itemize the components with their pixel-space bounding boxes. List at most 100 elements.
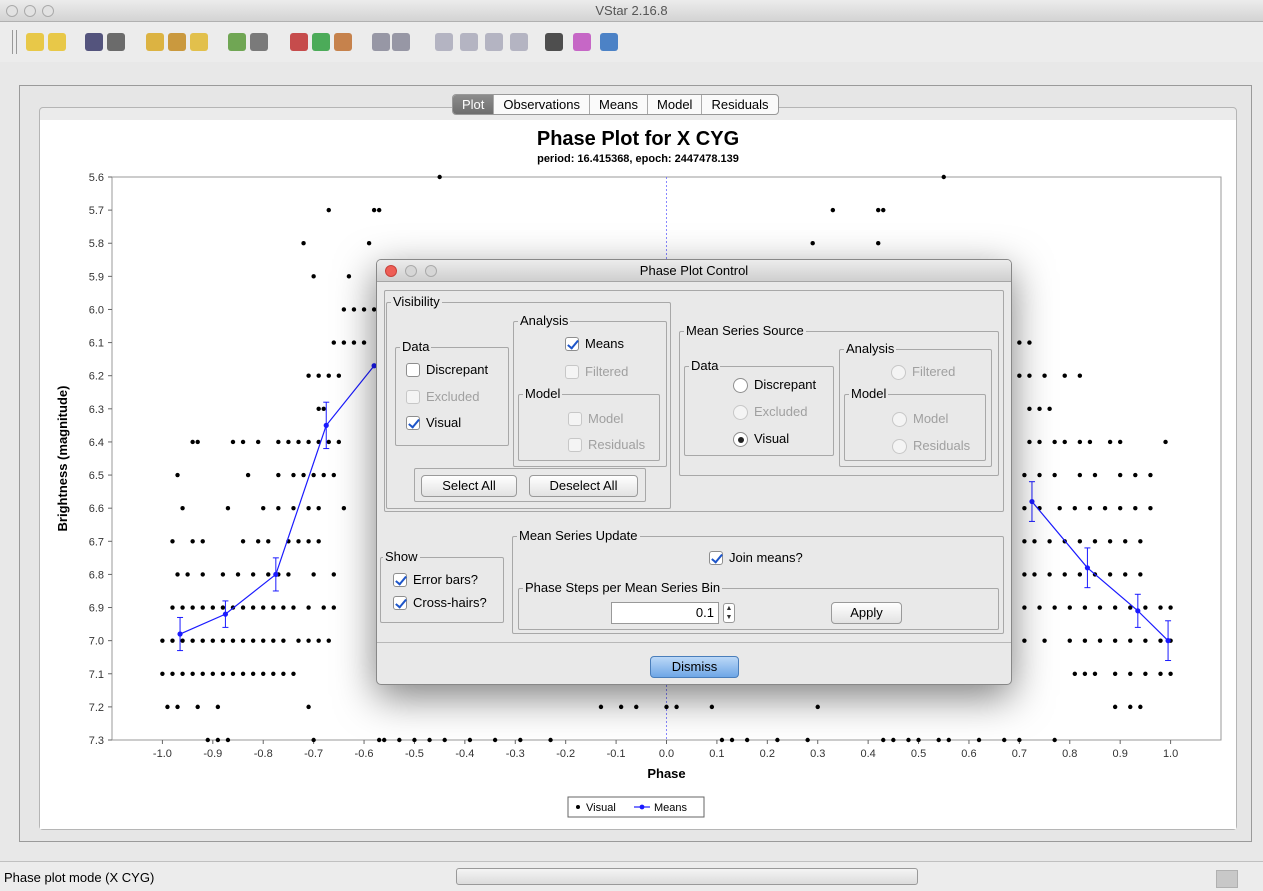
excluded-checkbox[interactable]: Excluded (406, 389, 479, 405)
visual-point (376, 737, 382, 743)
tab-bar: Plot Observations Means Model Residuals (452, 94, 779, 115)
pan-down-icon[interactable] (510, 33, 528, 51)
radio-circle[interactable] (733, 377, 748, 393)
join-means-checkbox[interactable]: Join means? (709, 550, 803, 566)
visual-checkbox[interactable]: Visual (406, 415, 461, 431)
star-info-icon[interactable] (146, 33, 164, 51)
source-filtered-radio[interactable]: Filtered (891, 364, 955, 380)
checkbox-box[interactable] (393, 573, 407, 587)
source-residuals-radio[interactable]: Residuals (892, 438, 970, 454)
tab-means[interactable]: Means (590, 95, 649, 114)
tab-plot[interactable]: Plot (453, 95, 495, 114)
visual-point (195, 439, 200, 445)
resize-grip-icon[interactable] (1216, 870, 1238, 888)
checkbox-box[interactable] (406, 416, 420, 430)
visual-point (1022, 539, 1027, 544)
y-tick-label: 7.3 (89, 735, 104, 747)
select-all-button[interactable]: Select All (421, 475, 517, 497)
checkbox-box[interactable] (393, 596, 407, 610)
checkbox-box[interactable] (568, 412, 582, 426)
radio-circle[interactable] (891, 364, 906, 380)
x-tick-label: -0.5 (405, 748, 424, 760)
deselect-all-button[interactable]: Deselect All (529, 475, 638, 497)
radio-circle[interactable] (892, 411, 907, 427)
star-plot-icon[interactable] (312, 33, 330, 51)
checkbox-box[interactable] (406, 363, 420, 377)
plugin-icon[interactable] (573, 33, 591, 51)
visual-point (321, 472, 326, 478)
dismiss-button[interactable]: Dismiss (650, 656, 739, 678)
new-star-file-icon[interactable] (48, 33, 66, 51)
checkbox-box[interactable] (709, 551, 723, 565)
tab-model[interactable]: Model (648, 95, 703, 114)
dialog-minimize-icon[interactable] (405, 265, 417, 277)
radio-circle[interactable] (733, 431, 748, 447)
visual-point (1123, 572, 1128, 577)
visual-point (205, 737, 210, 743)
visual-point (321, 605, 326, 610)
source-excluded-radio[interactable]: Excluded (733, 404, 807, 420)
visual-point (1077, 373, 1083, 378)
radio-circle[interactable] (892, 438, 907, 454)
source-discrepant-radio[interactable]: Discrepant (733, 377, 816, 393)
minimize-window-icon[interactable] (24, 5, 36, 17)
visual-point (175, 472, 180, 478)
visual-point (230, 638, 236, 643)
phase-steps-spinner[interactable]: ▲ ▼ (723, 603, 735, 623)
error-bars-checkbox[interactable]: Error bars? (393, 572, 478, 588)
tab-observations[interactable]: Observations (494, 95, 590, 114)
source-visual-radio[interactable]: Visual (733, 431, 789, 447)
visual-point (245, 472, 251, 478)
checkbox-box[interactable] (565, 365, 579, 379)
star-award-icon[interactable] (190, 33, 208, 51)
wavy-plot-icon[interactable] (334, 33, 352, 51)
source-model-radio[interactable]: Model (892, 411, 948, 427)
visual-point (1107, 539, 1113, 544)
discrepant-checkbox[interactable]: Discrepant (406, 362, 488, 378)
pan-right-icon[interactable] (460, 33, 478, 51)
residuals-checkbox[interactable]: Residuals (568, 437, 645, 453)
checkbox-box[interactable] (406, 390, 420, 404)
line-plot-icon[interactable] (290, 33, 308, 51)
save-icon[interactable] (85, 33, 103, 51)
plot-icon[interactable] (228, 33, 246, 51)
visual-point (220, 572, 226, 577)
y-tick-label: 6.5 (89, 470, 104, 482)
visual-point (346, 274, 352, 279)
visual-point (467, 737, 473, 743)
pan-up-icon[interactable] (485, 33, 503, 51)
dialog-close-icon[interactable] (385, 265, 397, 277)
visual-point (266, 572, 271, 577)
visual-point (170, 671, 175, 676)
apply-button[interactable]: Apply (831, 602, 902, 624)
visual-point (250, 671, 256, 676)
visual-point (230, 439, 236, 445)
checkbox-box[interactable] (568, 438, 582, 452)
model-checkbox[interactable]: Model (568, 411, 623, 427)
dialog-zoom-icon[interactable] (425, 265, 437, 277)
info-icon[interactable] (600, 33, 618, 51)
means-checkbox[interactable]: Means (565, 336, 624, 352)
close-window-icon[interactable] (6, 5, 18, 17)
radio-circle[interactable] (733, 404, 748, 420)
new-star-icon[interactable] (26, 33, 44, 51)
star-image-icon[interactable] (168, 33, 186, 51)
checkbox-label: Discrepant (426, 362, 489, 377)
filtered-checkbox[interactable]: Filtered (565, 364, 628, 380)
cross-hairs-checkbox[interactable]: Cross-hairs? (393, 595, 487, 611)
print-icon[interactable] (107, 33, 125, 51)
pan-left-icon[interactable] (435, 33, 453, 51)
zoom-out-icon[interactable] (392, 33, 410, 51)
binoculars-icon[interactable] (545, 33, 563, 51)
tab-residuals[interactable]: Residuals (702, 95, 777, 114)
zoom-in-icon[interactable] (372, 33, 390, 51)
visual-point (1148, 505, 1153, 511)
visual-point (316, 638, 321, 643)
visual-point (976, 737, 982, 743)
wave-icon[interactable] (250, 33, 268, 51)
visual-point (160, 638, 165, 643)
x-tick-label: -0.7 (304, 748, 323, 760)
checkbox-box[interactable] (565, 337, 579, 351)
zoom-window-icon[interactable] (42, 5, 54, 17)
phase-steps-input[interactable]: 0.1 (611, 602, 719, 624)
